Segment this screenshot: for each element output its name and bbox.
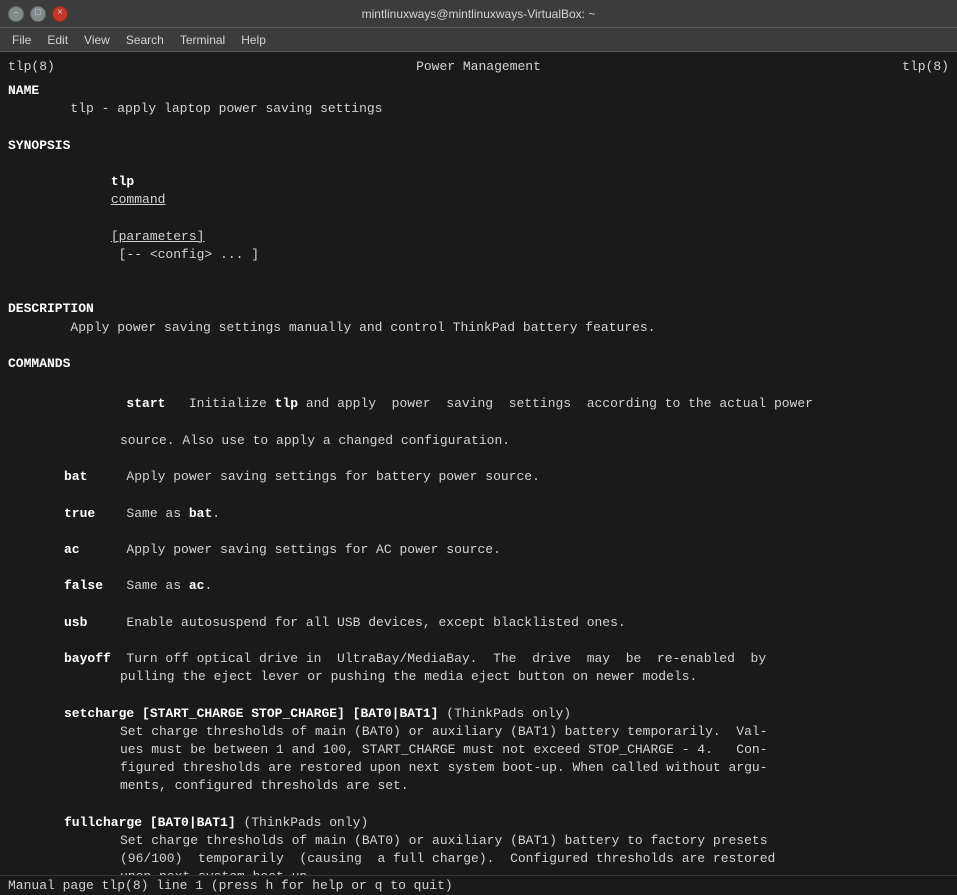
cmd-start-desc: Initialize tlp and apply power saving se… bbox=[165, 396, 813, 411]
cmd-bayoff: bayoff Turn off optical drive in UltraBa… bbox=[8, 650, 949, 686]
cmd-bat: bat Apply power saving settings for batt… bbox=[8, 468, 949, 486]
cmd-fullcharge-name: fullcharge [BAT0|BAT1] bbox=[64, 815, 236, 830]
section-description: DESCRIPTION Apply power saving settings … bbox=[8, 300, 949, 336]
description-content: Apply power saving settings manually and… bbox=[8, 319, 949, 337]
maximize-button[interactable]: □ bbox=[30, 6, 46, 22]
name-label: NAME bbox=[8, 82, 949, 100]
menu-help[interactable]: Help bbox=[233, 31, 274, 49]
cmd-bayoff-name: bayoff bbox=[64, 651, 111, 666]
section-synopsis: SYNOPSIS tlp command [parameters] [-- <c… bbox=[8, 137, 949, 283]
cmd-usb-name: usb bbox=[64, 615, 87, 630]
menu-view[interactable]: View bbox=[76, 31, 118, 49]
cmd-false-name: false bbox=[64, 578, 103, 593]
minimize-button[interactable]: – bbox=[8, 6, 24, 22]
synopsis-content: tlp command [parameters] [-- <config> ..… bbox=[8, 155, 949, 282]
cmd-false: false Same as ac. bbox=[8, 577, 949, 595]
man-header: tlp(8) Power Management tlp(8) bbox=[8, 58, 949, 76]
close-button[interactable]: × bbox=[52, 6, 68, 22]
description-label: DESCRIPTION bbox=[8, 300, 949, 318]
man-header-right: tlp(8) bbox=[902, 58, 949, 76]
synopsis-tlp: tlp bbox=[111, 174, 134, 189]
cmd-fullcharge: fullcharge [BAT0|BAT1] (ThinkPads only) … bbox=[8, 814, 949, 875]
synopsis-label: SYNOPSIS bbox=[8, 137, 949, 155]
status-bar: Manual page tlp(8) line 1 (press h for h… bbox=[0, 875, 957, 895]
cmd-setcharge: setcharge [START_CHARGE STOP_CHARGE] [BA… bbox=[8, 705, 949, 796]
section-name: NAME tlp - apply laptop power saving set… bbox=[8, 82, 949, 118]
menu-terminal[interactable]: Terminal bbox=[172, 31, 233, 49]
cmd-start-name: start bbox=[126, 396, 165, 411]
cmd-start: start Initialize tlp and apply power sav… bbox=[8, 377, 949, 450]
synopsis-rest: [-- <config> ... ] bbox=[111, 247, 259, 262]
cmd-usb: usb Enable autosuspend for all USB devic… bbox=[8, 614, 949, 632]
terminal-content: tlp(8) Power Management tlp(8) NAME tlp … bbox=[0, 52, 957, 875]
man-header-left: tlp(8) bbox=[8, 58, 55, 76]
section-commands: COMMANDS start Initialize tlp and apply … bbox=[8, 355, 949, 875]
menu-edit[interactable]: Edit bbox=[39, 31, 76, 49]
titlebar: – □ × mintlinuxways@mintlinuxways-Virtua… bbox=[0, 0, 957, 28]
cmd-bat-name: bat bbox=[64, 469, 87, 484]
name-content: tlp - apply laptop power saving settings bbox=[8, 100, 949, 118]
menu-search[interactable]: Search bbox=[118, 31, 172, 49]
synopsis-command: command bbox=[111, 192, 166, 207]
window-title: mintlinuxways@mintlinuxways-VirtualBox: … bbox=[68, 7, 889, 21]
menu-file[interactable]: File bbox=[4, 31, 39, 49]
cmd-setcharge-name: setcharge [START_CHARGE STOP_CHARGE] [BA… bbox=[64, 706, 438, 721]
commands-label: COMMANDS bbox=[8, 355, 949, 373]
cmd-ac-name: ac bbox=[64, 542, 80, 557]
cmd-true-name: true bbox=[64, 506, 95, 521]
man-header-center: Power Management bbox=[416, 58, 541, 76]
synopsis-params: [parameters] bbox=[111, 229, 205, 244]
cmd-ac: ac Apply power saving settings for AC po… bbox=[8, 541, 949, 559]
menubar: File Edit View Search Terminal Help bbox=[0, 28, 957, 52]
cmd-true: true Same as bat. bbox=[8, 505, 949, 523]
